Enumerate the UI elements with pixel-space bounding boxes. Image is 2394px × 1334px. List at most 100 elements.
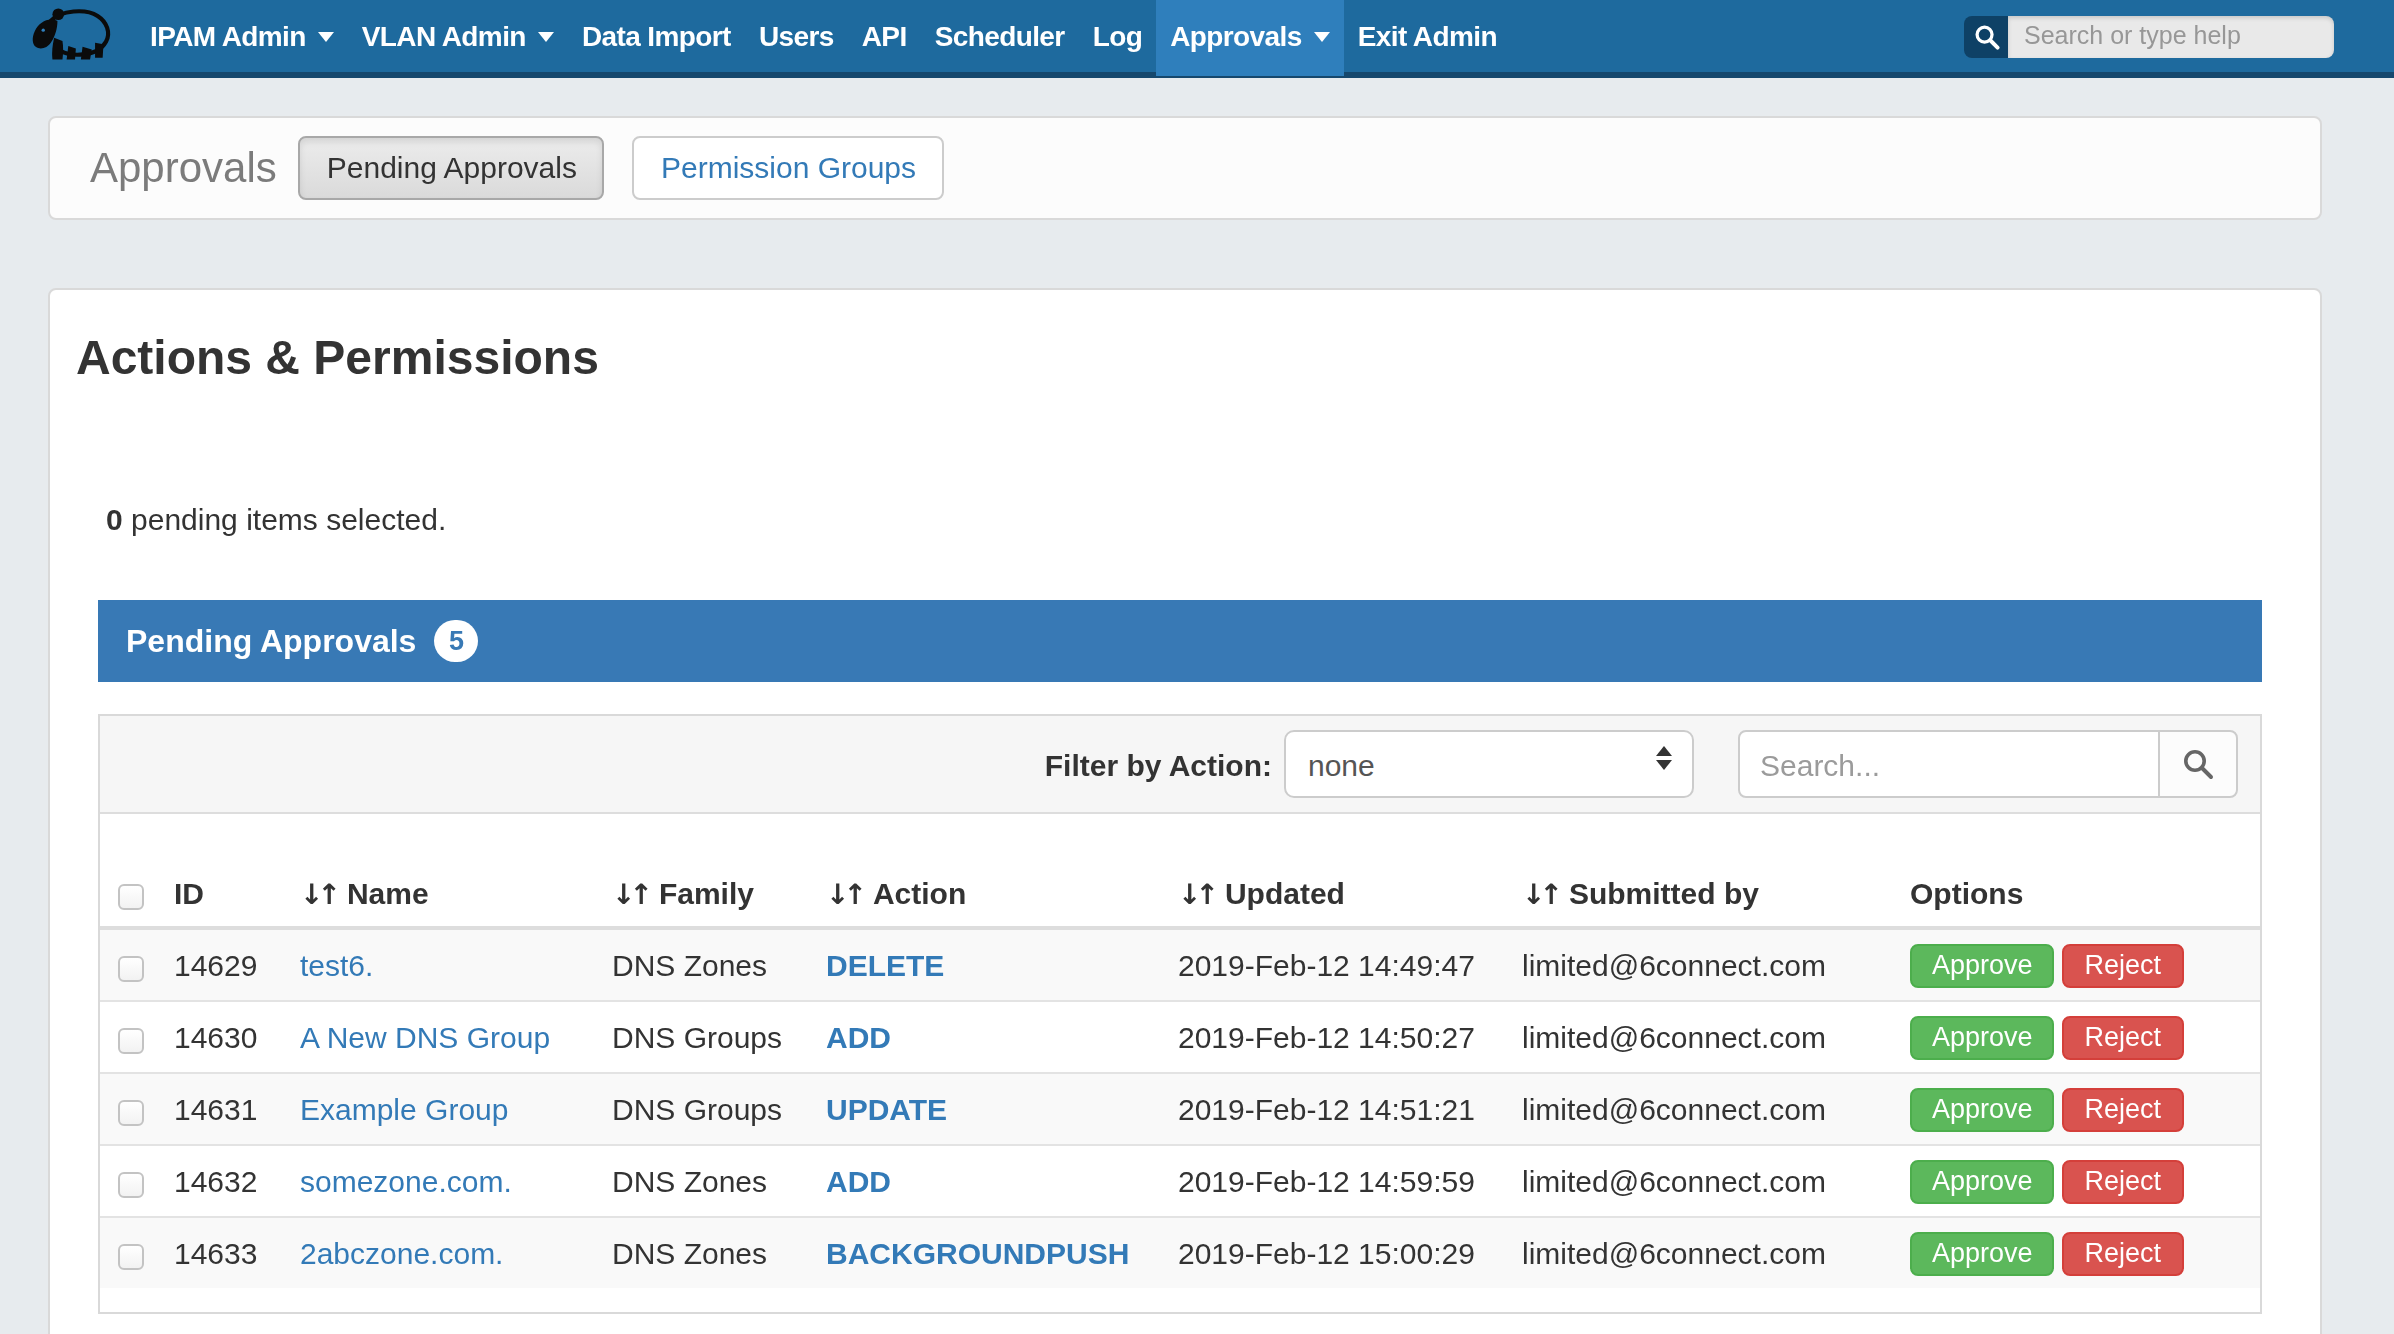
row-name-link[interactable]: somezone.com. [300,1164,512,1198]
nav-item-users[interactable]: Users [745,0,848,75]
reject-button[interactable]: Reject [2063,1015,2184,1059]
row-family: DNS Zones [612,1164,767,1198]
sort-icon[interactable]: ↓↑ [612,878,647,910]
select-arrows-icon [1656,746,1672,770]
column-header-id: ID [174,860,300,928]
sort-icon[interactable]: ↓↑ [1522,878,1557,910]
column-header-label: Name [347,876,429,910]
row-checkbox[interactable] [118,1171,144,1197]
row-submitted-by: limited@6connect.com [1522,1092,1826,1126]
nav-item-data-import[interactable]: Data Import [568,0,745,75]
chevron-down-icon [1314,31,1330,41]
row-name-link[interactable]: 2abczone.com. [300,1236,503,1270]
breadcrumb-title: Approvals [90,144,277,192]
nav-item-log[interactable]: Log [1079,0,1157,75]
row-submitted-by: limited@6connect.com [1522,1164,1826,1198]
filter-action-value: none [1308,747,1375,781]
chevron-down-icon [318,31,334,41]
nav-item-scheduler[interactable]: Scheduler [921,0,1079,75]
search-icon[interactable] [1964,15,2008,57]
row-name-link[interactable]: Example Group [300,1092,508,1126]
navbar: IPAM Admin VLAN Admin Data Import Users APIS… [0,0,2394,78]
row-updated: 2019-Feb-12 14:49:47 [1178,948,1475,982]
row-checkbox[interactable] [118,955,144,981]
row-checkbox[interactable] [118,1099,144,1125]
reject-button[interactable]: Reject [2063,1231,2184,1275]
nav-item-exit-admin[interactable]: Exit Admin [1344,0,1511,75]
tab-pending-approvals[interactable]: Pending Approvals [299,136,605,200]
approve-button[interactable]: Approve [1910,1015,2055,1059]
table-wrap: ID ↓↑ Name ↓↑ Family ↓↑Action↓↑Updated↓↑Submi… [100,814,2260,1312]
sort-icon[interactable]: ↓↑ [1178,878,1213,910]
row-submitted-by: limited@6connect.com [1522,1020,1826,1054]
row-submitted-by: limited@6connect.com [1522,948,1826,982]
approve-button[interactable]: Approve [1910,1087,2055,1131]
nav-item-label: Approvals [1170,20,1302,52]
tab-permission-groups[interactable]: Permission Groups [633,136,944,200]
row-family: DNS Zones [612,948,767,982]
row-updated: 2019-Feb-12 14:50:27 [1178,1020,1475,1054]
sort-icon[interactable]: ↓↑ [300,878,335,910]
reject-button[interactable]: Reject [2063,943,2184,987]
approve-button[interactable]: Approve [1910,943,2055,987]
pending-count-badge: 5 [434,620,478,662]
table-row: 14630 A New DNS Group DNS Groups ADD 2019-Fe… [100,1001,2260,1073]
nav-item-ipam-admin[interactable]: IPAM Admin [136,0,348,75]
column-header-updated[interactable]: ↓↑Updated [1178,860,1522,928]
row-id: 14630 [174,1020,257,1054]
select-all-checkbox[interactable] [118,883,144,909]
row-family: DNS Zones [612,1236,767,1270]
selected-count: 0 [106,502,123,536]
nav-item-label: VLAN Admin [362,20,526,52]
row-family: DNS Groups [612,1020,782,1054]
column-header-family[interactable]: ↓↑ Family [612,860,826,928]
row-id: 14631 [174,1092,257,1126]
column-header-action[interactable]: ↓↑Action [826,860,1178,928]
nav-item-label: Users [759,20,834,52]
reject-button[interactable]: Reject [2063,1159,2184,1203]
table-header-row: ID ↓↑ Name ↓↑ Family ↓↑Action↓↑Updated↓↑Submi… [100,860,2260,928]
row-id: 14633 [174,1236,257,1270]
table-body: 14629 test6. DNS Zones DELETE 2019-Feb-12 14… [100,928,2260,1288]
row-action-link[interactable]: BACKGROUNDPUSH [826,1236,1129,1270]
approve-button[interactable]: Approve [1910,1231,2055,1275]
sort-icon[interactable]: ↓↑ [826,878,861,910]
filter-by-action-label: Filter by Action: [1045,747,1272,781]
filter-action-select[interactable]: none [1284,730,1694,798]
reject-button[interactable]: Reject [2063,1087,2184,1131]
nav-item-label: Exit Admin [1358,20,1497,52]
breadcrumb-bar: Approvals Pending Approvals Permission G… [48,116,2322,220]
row-checkbox[interactable] [118,1243,144,1269]
nav-item-label: Data Import [582,20,731,52]
grid-search-button[interactable] [2158,730,2238,798]
navbar-search [1964,15,2334,57]
nav-item-vlan-admin[interactable]: VLAN Admin [348,0,568,75]
row-action-link[interactable]: ADD [826,1020,891,1054]
selected-count-line: 0 pending items selected. [106,502,2320,536]
row-name-link[interactable]: test6. [300,948,373,982]
approvals-grid: Filter by Action: none ID↓↑Na [98,714,2262,1314]
grid-search-input[interactable] [1738,730,2160,798]
nav-item-api[interactable]: API [848,0,921,75]
row-checkbox[interactable] [118,1027,144,1053]
row-action-link[interactable]: DELETE [826,948,944,982]
grid-search [1738,730,2238,798]
row-updated: 2019-Feb-12 14:51:21 [1178,1092,1475,1126]
column-header-name[interactable]: ↓↑ Name [300,860,612,928]
page: IPAM Admin VLAN Admin Data Import Users APIS… [0,0,2394,1334]
approve-button[interactable]: Approve [1910,1159,2055,1203]
column-header-label: ID [174,876,204,910]
chevron-down-icon [538,31,554,41]
column-header-label: Family [659,876,754,910]
main-panel: Actions & Permissions 0 pending items se… [48,288,2322,1334]
navbar-search-input[interactable] [2008,15,2334,57]
row-action-link[interactable]: UPDATE [826,1092,947,1126]
approvals-table: ID ↓↑ Name ↓↑ Family ↓↑Action↓↑Updated↓↑Submi… [100,860,2260,1288]
pending-approvals-header: Pending Approvals 5 [98,600,2262,682]
row-id: 14629 [174,948,257,982]
pending-approvals-title: Pending Approvals [126,623,416,659]
row-action-link[interactable]: ADD [826,1164,891,1198]
nav-item-approvals[interactable]: Approvals [1156,0,1344,75]
column-header-submitted-by[interactable]: ↓↑Submitted by [1522,860,1910,928]
row-name-link[interactable]: A New DNS Group [300,1020,550,1054]
